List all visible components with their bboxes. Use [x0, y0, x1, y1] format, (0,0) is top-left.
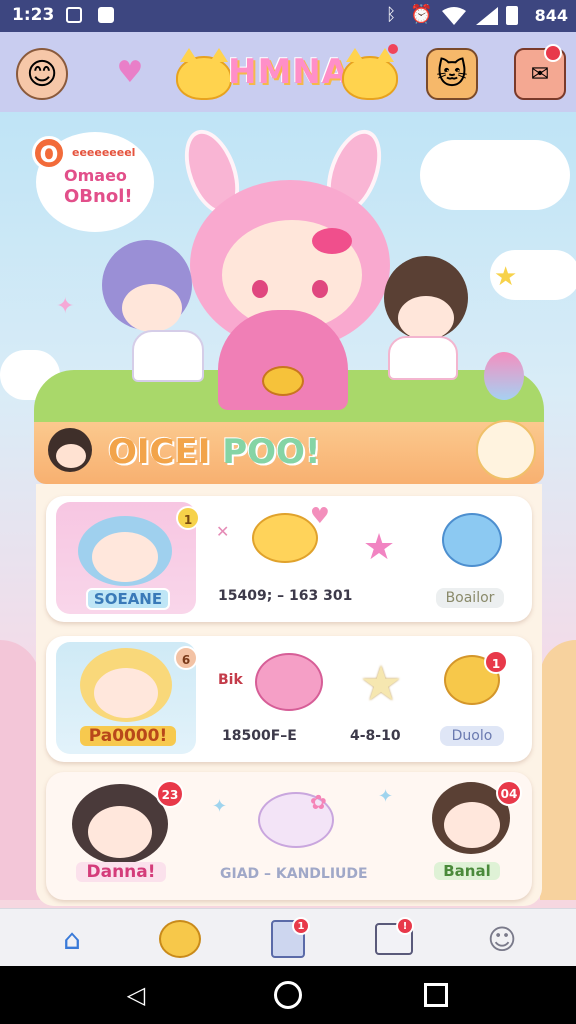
bottom-nav: ⌂ 1 ! ☺ [0, 908, 576, 967]
heart-icon[interactable]: ♥ [106, 48, 154, 96]
hill-left [0, 640, 40, 900]
bubble-text: Omaeo [64, 166, 127, 185]
banner-title-part: OICEI [108, 432, 223, 472]
character-face [88, 806, 152, 858]
home-button-icon[interactable] [274, 981, 302, 1009]
row-action-pill[interactable]: Duolo [440, 726, 504, 746]
flower-icon: ✿ [310, 790, 327, 814]
home-icon[interactable]: ⌂ [50, 917, 94, 961]
battery-icon [506, 6, 518, 25]
status-time: 1:23 [12, 5, 55, 25]
sparkle-icon: ✦ [378, 786, 394, 807]
row-stats: 18500F–E [222, 728, 297, 744]
locket-icon [262, 366, 304, 396]
sparkle-icon: ✕ [216, 522, 230, 541]
balloon-item[interactable] [440, 508, 504, 572]
chat-icon[interactable] [158, 917, 202, 961]
avatar-icon[interactable]: 😊 [16, 48, 68, 100]
mail-badge: ! [396, 917, 414, 935]
level-badge: 1 [176, 506, 200, 530]
character-face [92, 532, 158, 582]
side-character-face [122, 284, 182, 332]
battery-level: 844 [534, 6, 568, 25]
app-bar: 😊 ♥ HMNA 🐱 ✉ [0, 32, 576, 112]
app-title: HMNA [228, 52, 350, 92]
character-face [444, 802, 500, 848]
hair-bow [312, 228, 352, 254]
pink-plush-item[interactable] [254, 650, 324, 714]
cloud [420, 140, 570, 210]
sparkle-icon: ✦ [212, 796, 228, 817]
star-cookie-item[interactable]: ★ [350, 654, 412, 714]
item-badge: 1 [484, 650, 508, 674]
list-badge: 1 [292, 917, 310, 935]
row-side-text: Bik [218, 672, 243, 688]
hero-eye [252, 280, 268, 298]
cat-mascot-icon [342, 48, 398, 100]
banner-title-part: POO! [222, 432, 321, 472]
hero-eye [312, 280, 328, 298]
character-name-label: Banal [434, 862, 500, 880]
level-badge: 6 [174, 646, 198, 670]
character-face [94, 668, 158, 718]
mail-badge [544, 44, 562, 62]
banner-title: OICEI POO! [108, 432, 320, 472]
cat-avatar-icon[interactable]: 🐱 [426, 48, 478, 100]
system-nav-bar: ◁ [0, 966, 576, 1024]
egg-icon [484, 352, 524, 400]
recents-icon[interactable] [422, 981, 450, 1009]
bubble-badge: O [32, 136, 66, 170]
character-badge: 04 [496, 780, 522, 806]
star-item[interactable]: ★ [354, 522, 404, 572]
profile-icon[interactable]: ☺ [480, 917, 524, 961]
heart-icon: ♥ [310, 504, 330, 529]
character-name-label: Pa0000! [80, 726, 176, 746]
bubble-text: eeeeeeeel [72, 146, 136, 159]
sparkle-icon: ✦ [56, 294, 75, 319]
back-icon[interactable]: ◁ [122, 981, 150, 1009]
image-icon [66, 7, 82, 23]
calico-cat-icon [476, 420, 536, 480]
character-name-label: SOEANE [86, 588, 170, 610]
row-stats-secondary: 4-8-10 [350, 728, 401, 744]
row-stats: 15409; – 163 301 [218, 588, 353, 604]
hill-right [540, 640, 576, 900]
character-name-label: Danna! [76, 862, 166, 882]
side-character-face [398, 296, 454, 340]
side-character-body [388, 336, 458, 380]
cat-mascot-icon [176, 48, 232, 100]
bubble-text: OBnol! [64, 186, 133, 207]
notification-icon [98, 7, 114, 23]
alarm-icon: ⏰ [410, 4, 433, 25]
row-action-pill[interactable]: Boailor [436, 588, 504, 608]
row-stats: GIAD – KANDLIUDE [220, 866, 368, 882]
level-badge: 23 [156, 780, 184, 808]
boy-avatar-face [56, 444, 86, 468]
status-bar: 1:23 ᛒ ⏰ 844 [0, 0, 576, 32]
side-character-body [132, 330, 204, 382]
wifi-icon [442, 7, 466, 25]
signal-icon [476, 7, 498, 25]
notification-dot [388, 44, 398, 54]
star-icon: ★ [494, 262, 518, 292]
bluetooth-icon: ᛒ [386, 5, 397, 25]
